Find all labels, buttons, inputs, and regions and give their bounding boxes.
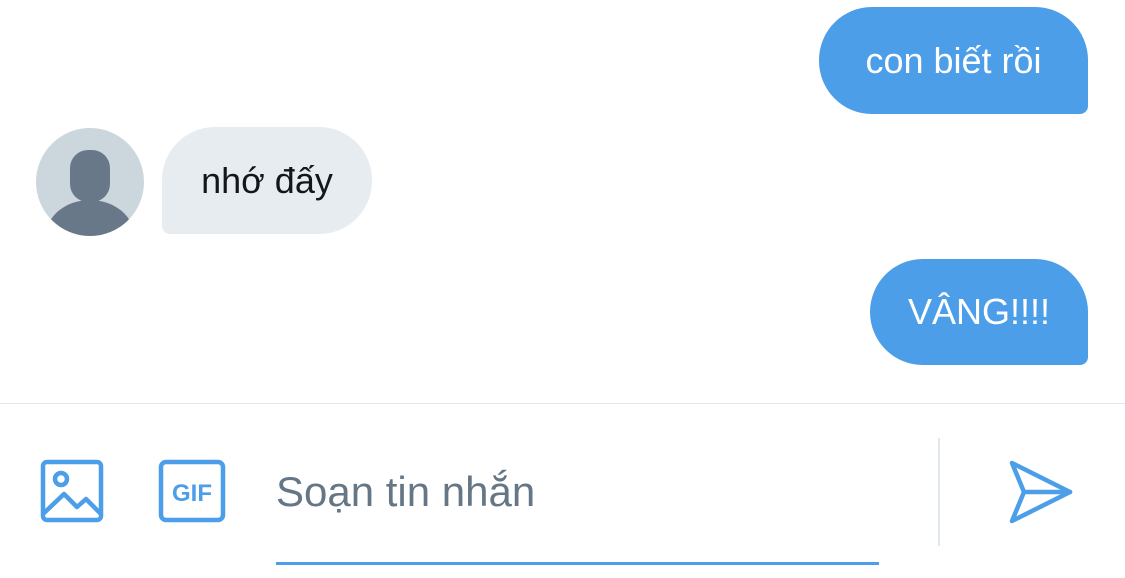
message-text: VÂNG!!!!: [907, 291, 1051, 332]
add-gif-button[interactable]: GIF: [158, 459, 226, 523]
sent-message-bubble[interactable]: VÂNG!!!!: [870, 259, 1088, 365]
default-user-silhouette-icon: [46, 150, 134, 236]
image-icon: [40, 459, 104, 523]
sent-message-bubble[interactable]: con biết rồi: [819, 7, 1088, 114]
send-icon: [1009, 460, 1073, 524]
add-media-button[interactable]: [40, 459, 104, 523]
input-underline: [276, 562, 879, 565]
divider: [938, 438, 940, 546]
avatar[interactable]: [36, 128, 144, 236]
message-input[interactable]: [276, 444, 879, 539]
message-composer: GIF: [0, 403, 1125, 578]
message-input-wrapper: [276, 444, 879, 565]
dm-conversation: con biết rồi nhớ đấy VÂNG!!!! GIF: [0, 0, 1125, 578]
message-text: con biết rồi: [865, 39, 1042, 81]
send-button[interactable]: [1008, 459, 1074, 525]
gif-label: GIF: [172, 480, 212, 507]
message-text: nhớ đấy: [201, 159, 333, 201]
received-message-bubble[interactable]: nhớ đấy: [162, 127, 372, 234]
gif-icon: GIF: [158, 459, 226, 523]
